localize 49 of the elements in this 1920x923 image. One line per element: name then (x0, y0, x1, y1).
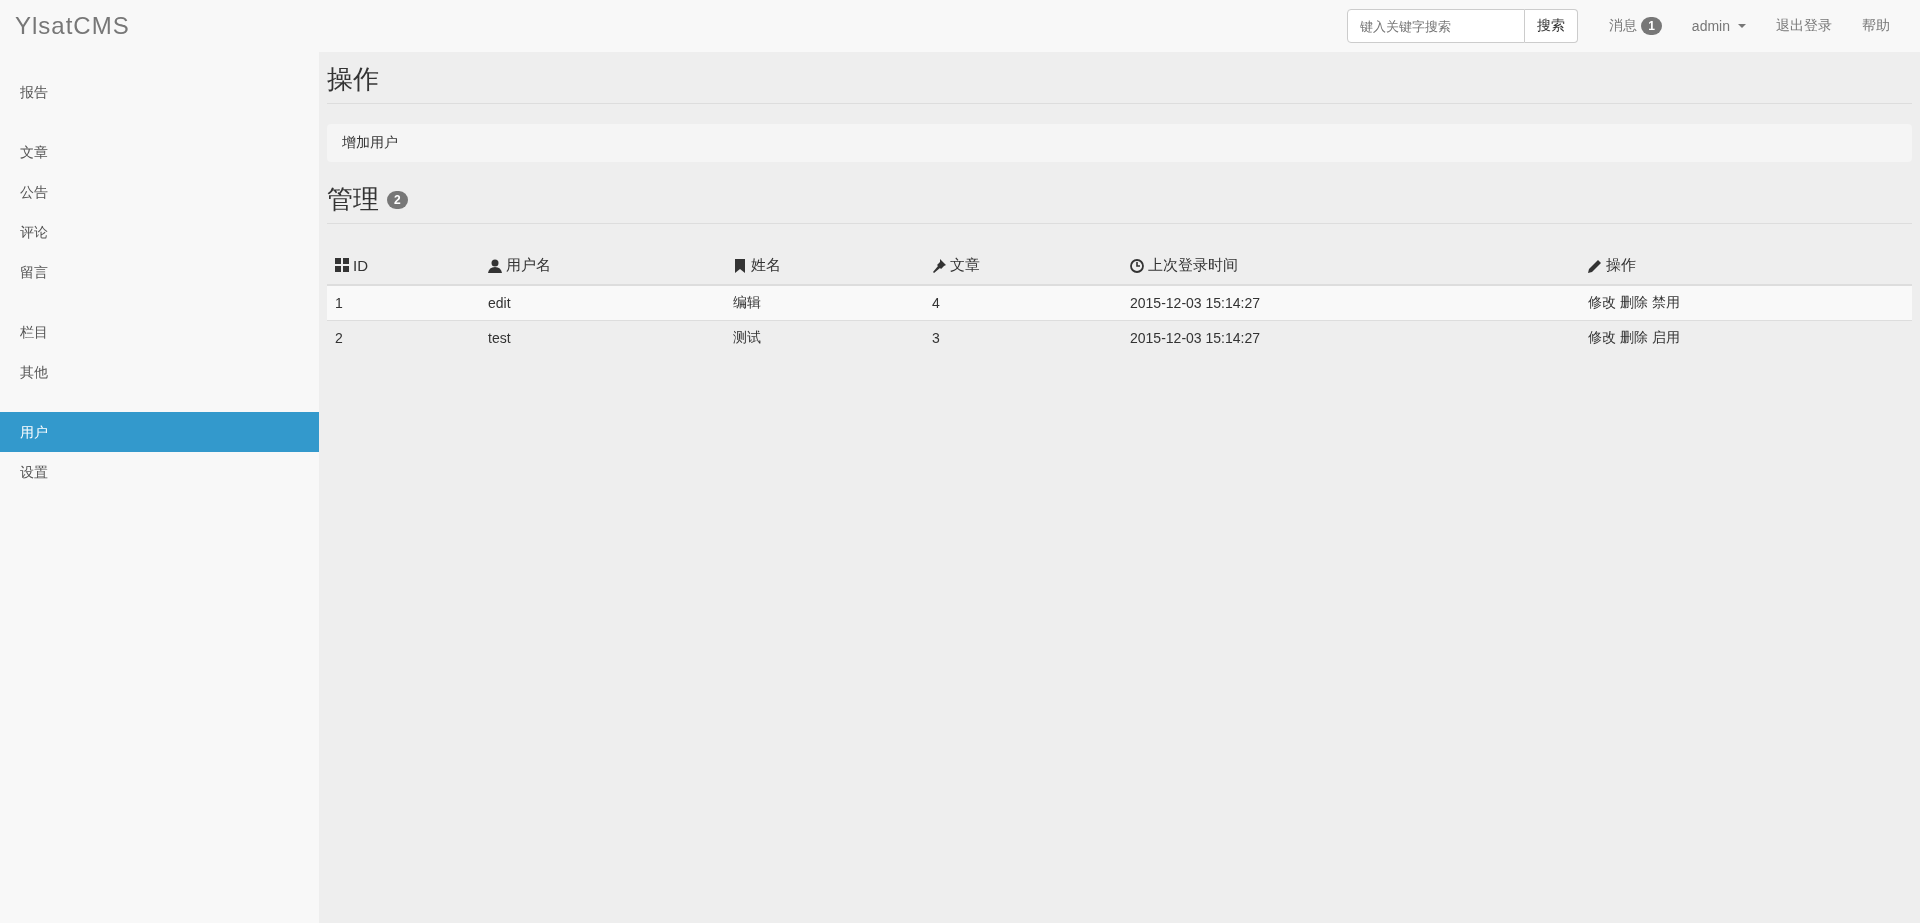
pin-icon (932, 258, 946, 273)
bookmark-icon (733, 258, 747, 273)
column-header: 姓名 (751, 256, 781, 275)
logo[interactable]: YlsatCMS (15, 12, 130, 40)
sidebar-item[interactable]: 栏目 (0, 312, 319, 352)
column-header: 文章 (950, 256, 980, 275)
clock-icon (1130, 258, 1144, 273)
sidebar-item[interactable]: 评论 (0, 212, 319, 252)
section-heading: 操作 (327, 63, 379, 96)
nav-link[interactable]: 退出登录 (1761, 17, 1847, 35)
table-cell: test (488, 329, 511, 346)
user-menu[interactable]: admin (1676, 18, 1761, 34)
row-action-link[interactable]: 修改 (1588, 293, 1616, 312)
row-action-link[interactable]: 删除 (1620, 328, 1648, 347)
caret-icon (1738, 24, 1746, 28)
sidebar-item[interactable]: 文章 (0, 132, 319, 172)
table-cell: 2015-12-03 15:14:27 (1130, 329, 1260, 346)
sidebar-item[interactable]: 报告 (0, 72, 319, 112)
row-action-link[interactable]: 修改 (1588, 328, 1616, 347)
row-action-link[interactable]: 启用 (1652, 328, 1680, 347)
sidebar-item[interactable]: 留言 (0, 252, 319, 292)
table-cell: 4 (932, 294, 940, 311)
row-action-link[interactable]: 删除 (1620, 293, 1648, 312)
row-action-link[interactable]: 禁用 (1652, 293, 1680, 312)
count-badge: 1 (1641, 17, 1662, 35)
table-cell: 1 (335, 294, 343, 311)
column-header: ID (353, 256, 368, 274)
table-cell: 3 (932, 329, 940, 346)
column-header: 用户名 (506, 256, 551, 275)
table-cell: 测试 (733, 328, 761, 345)
sidebar-item[interactable]: 公告 (0, 172, 319, 212)
column-header: 上次登录时间 (1148, 256, 1238, 275)
add-user-link[interactable]: 增加用户 (342, 134, 398, 152)
column-header: 操作 (1606, 256, 1636, 275)
count-badge: 2 (387, 190, 408, 209)
table-cell: 编辑 (733, 293, 761, 310)
search-button[interactable]: 搜索 (1525, 9, 1579, 43)
sidebar-item[interactable]: 设置 (0, 452, 319, 492)
grid-icon (335, 258, 349, 272)
section-heading: 管理 (327, 183, 379, 216)
table-cell: 2 (335, 329, 343, 346)
nav-link[interactable]: 消息 1 (1594, 17, 1677, 35)
pencil-icon (1588, 258, 1602, 273)
sidebar-item[interactable]: 其他 (0, 352, 319, 392)
table-cell: 2015-12-03 15:14:27 (1130, 294, 1260, 311)
user-icon (488, 258, 502, 273)
table-cell: edit (488, 294, 511, 311)
search-field[interactable]: 键入关键字搜索 (1347, 9, 1526, 43)
nav-link[interactable]: 帮助 (1847, 17, 1905, 35)
